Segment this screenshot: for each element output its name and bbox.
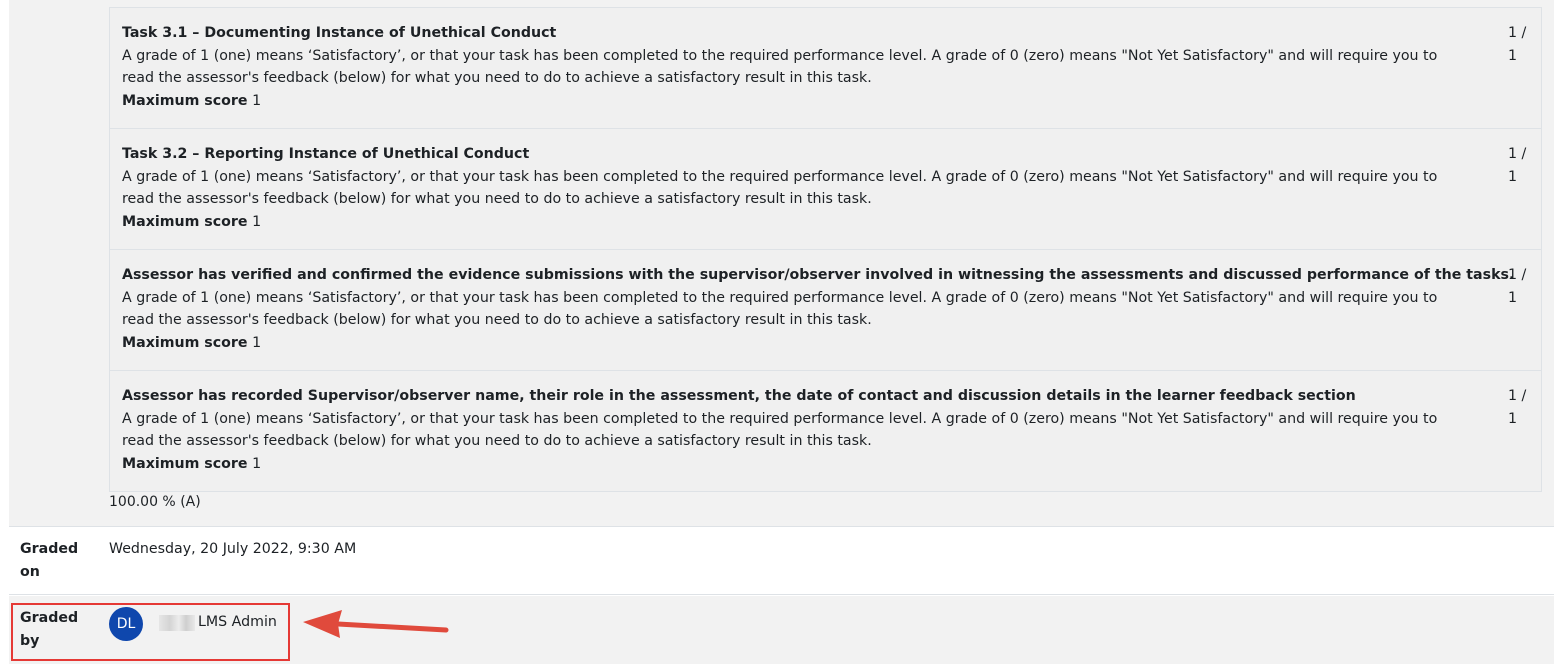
graded-on-label: Graded on bbox=[20, 541, 79, 580]
score-achieved: 1 / bbox=[1508, 267, 1527, 283]
criterion-description: A grade of 1 (one) means ‘Satisfactory’,… bbox=[122, 410, 1438, 450]
criterion-title: Task 3.1 – Documenting Instance of Uneth… bbox=[122, 25, 557, 41]
criterion-title: Task 3.2 – Reporting Instance of Unethic… bbox=[122, 146, 530, 162]
criterion-score: 1 / 1 bbox=[1508, 385, 1538, 430]
overall-grade: 100.00 % (A) bbox=[109, 494, 201, 510]
graded-by-label: Graded by bbox=[20, 610, 79, 649]
criterion-score: 1 / 1 bbox=[1508, 143, 1538, 188]
score-achieved: 1 / bbox=[1508, 25, 1527, 41]
criterion-score: 1 / 1 bbox=[1508, 22, 1538, 67]
grading-page: Task 3.1 – Documenting Instance of Uneth… bbox=[0, 0, 1563, 671]
rubric-criteria-list: Task 3.1 – Documenting Instance of Uneth… bbox=[109, 7, 1542, 492]
score-achieved: 1 / bbox=[1508, 388, 1527, 404]
criterion-description: A grade of 1 (one) means ‘Satisfactory’,… bbox=[122, 47, 1438, 87]
criterion-title: Assessor has verified and confirmed the … bbox=[122, 267, 1515, 283]
grade-section: Task 3.1 – Documenting Instance of Uneth… bbox=[9, 0, 1554, 527]
max-score-label: Maximum score bbox=[122, 92, 248, 109]
criterion-row: Assessor has recorded Supervisor/observe… bbox=[110, 370, 1541, 491]
max-score-value: 1 bbox=[252, 334, 262, 351]
criterion-description: A grade of 1 (one) means ‘Satisfactory’,… bbox=[122, 168, 1438, 208]
max-score-value: 1 bbox=[252, 213, 262, 230]
graded-on-date: Wednesday, 20 July 2022, 9:30 AM bbox=[109, 541, 357, 557]
criterion-max-score: Maximum score 1 bbox=[122, 211, 1472, 234]
criterion-row: Assessor has verified and confirmed the … bbox=[110, 249, 1541, 370]
score-achieved: 1 / bbox=[1508, 146, 1527, 162]
score-max: 1 bbox=[1508, 47, 1518, 64]
criterion-max-score: Maximum score 1 bbox=[122, 453, 1472, 476]
criterion-row: Task 3.1 – Documenting Instance of Uneth… bbox=[110, 8, 1541, 128]
max-score-value: 1 bbox=[252, 92, 262, 109]
grader-name-link[interactable]: LMS Admin bbox=[198, 611, 277, 634]
max-score-label: Maximum score bbox=[122, 213, 248, 230]
max-score-value: 1 bbox=[252, 455, 262, 472]
criterion-description: A grade of 1 (one) means ‘Satisfactory’,… bbox=[122, 289, 1438, 329]
score-max: 1 bbox=[1508, 410, 1518, 427]
score-max: 1 bbox=[1508, 168, 1518, 185]
graded-by-row: Graded by DL LMS Admin bbox=[9, 596, 1554, 664]
redacted-name bbox=[159, 615, 195, 631]
criterion-max-score: Maximum score 1 bbox=[122, 332, 1472, 355]
avatar[interactable]: DL bbox=[109, 607, 143, 641]
criterion-max-score: Maximum score 1 bbox=[122, 90, 1472, 113]
max-score-label: Maximum score bbox=[122, 334, 248, 351]
criterion-row: Task 3.2 – Reporting Instance of Unethic… bbox=[110, 128, 1541, 249]
criterion-title: Assessor has recorded Supervisor/observe… bbox=[122, 388, 1356, 404]
criterion-score: 1 / 1 bbox=[1508, 264, 1538, 309]
max-score-label: Maximum score bbox=[122, 455, 248, 472]
score-max: 1 bbox=[1508, 289, 1518, 306]
graded-on-row: Graded on Wednesday, 20 July 2022, 9:30 … bbox=[9, 527, 1554, 595]
